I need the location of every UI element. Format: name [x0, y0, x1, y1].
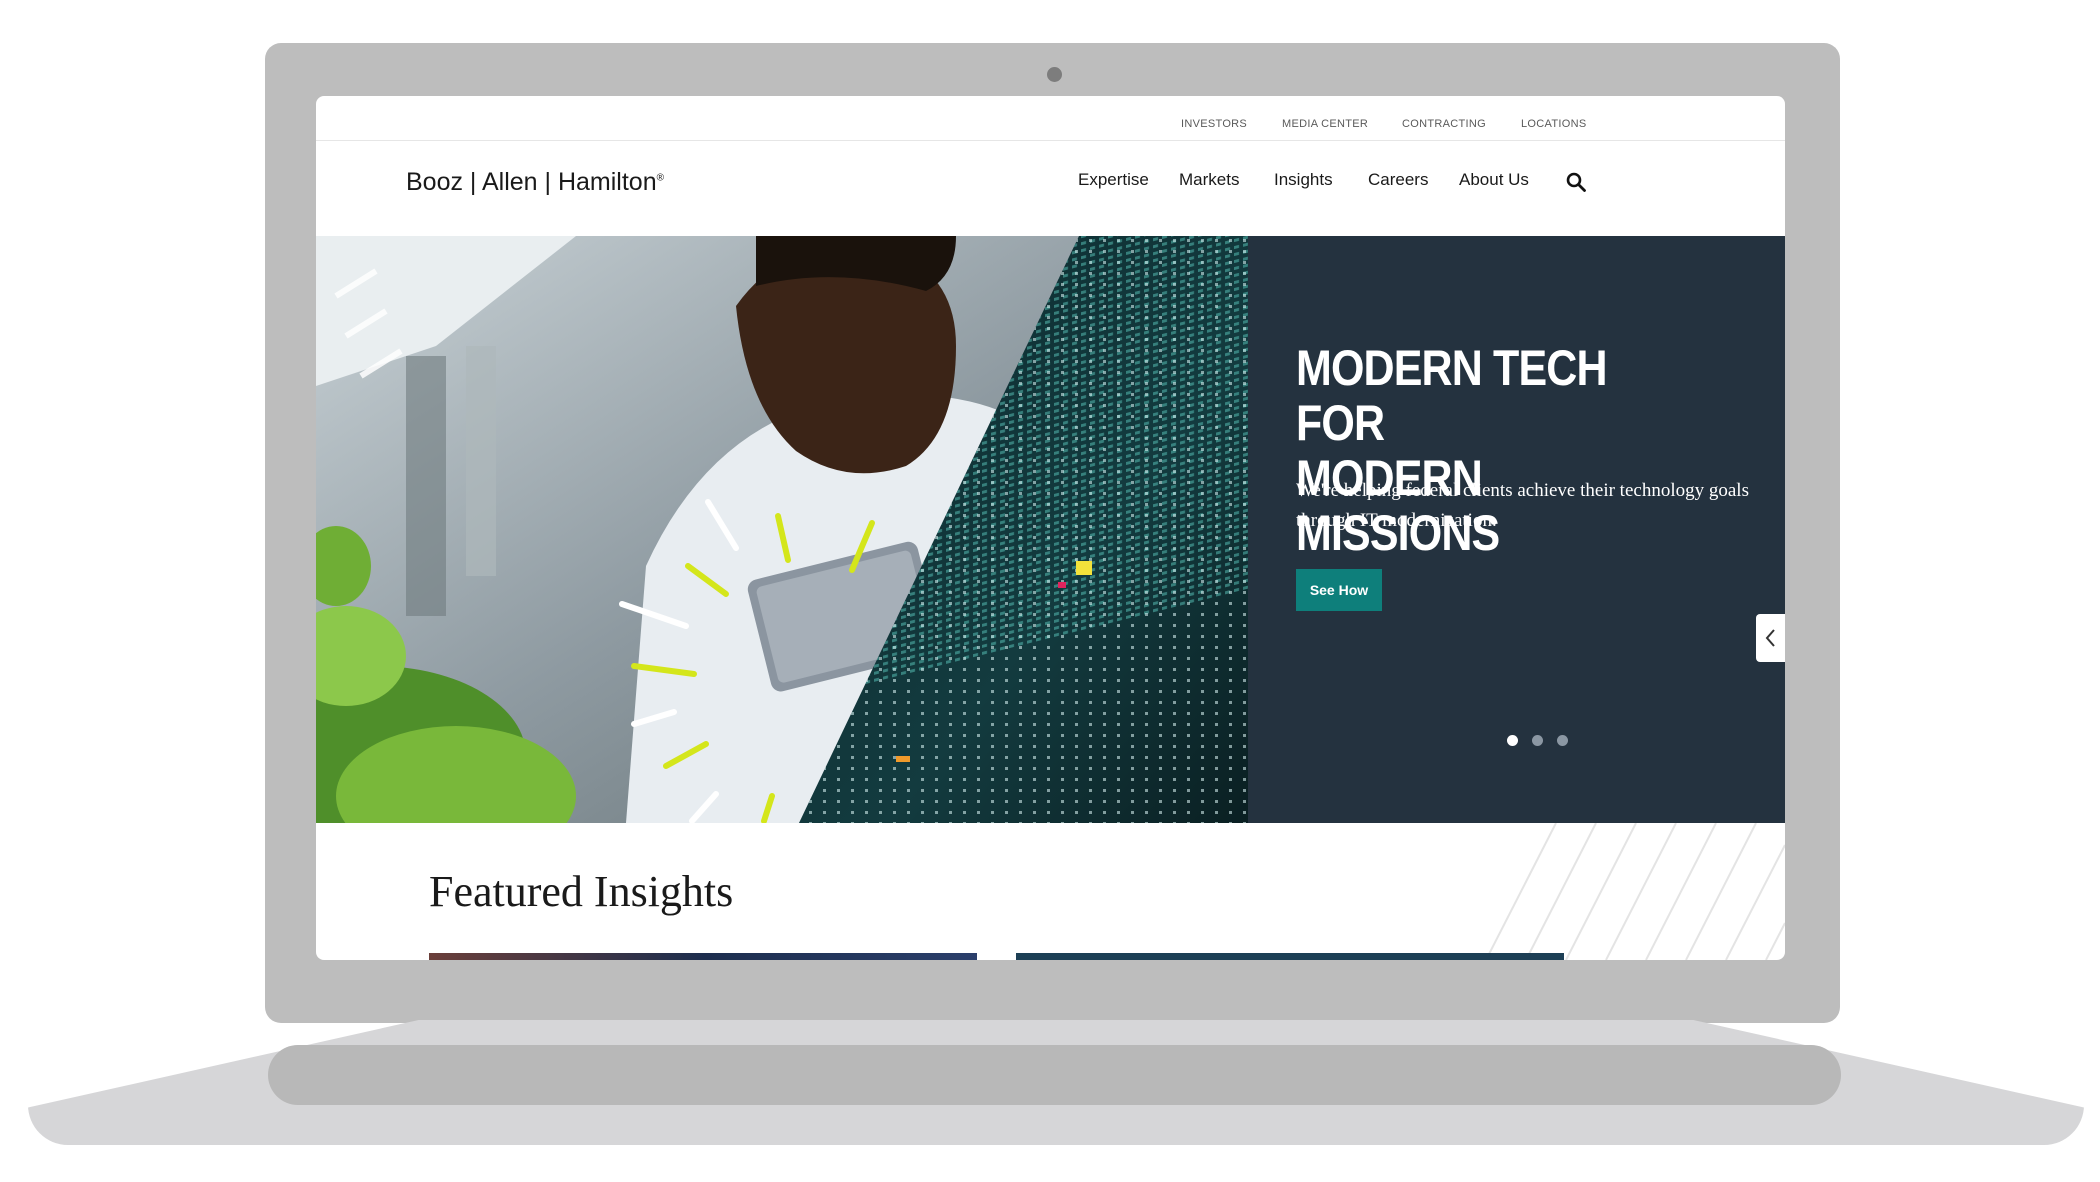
hero-title-line-1: MODERN TECH FOR — [1296, 340, 1608, 451]
carousel-dot-3[interactable] — [1557, 735, 1568, 746]
logo[interactable]: Booz | Allen | Hamilton® — [406, 168, 664, 197]
laptop-trackpad — [268, 1045, 1841, 1105]
carousel-dot-1[interactable] — [1507, 735, 1518, 746]
insight-card-2[interactable] — [1016, 953, 1564, 960]
decorative-lines — [1485, 823, 1785, 960]
utility-link-media-center[interactable]: MEDIA CENTER — [1282, 118, 1368, 130]
browser-screen: INVESTORS MEDIA CENTER CONTRACTING LOCAT… — [316, 96, 1785, 960]
hero-image — [316, 236, 1248, 823]
utility-link-contracting[interactable]: CONTRACTING — [1402, 118, 1486, 130]
nav-item-careers[interactable]: Careers — [1368, 170, 1428, 190]
hero-carousel: MODERN TECH FOR MODERN MISSIONS We're he… — [316, 236, 1785, 823]
utility-link-investors[interactable]: INVESTORS — [1181, 118, 1247, 130]
featured-insights-heading: Featured Insights — [429, 867, 734, 916]
hero-description-line-2: through IT modernization. — [1296, 510, 1497, 531]
carousel-prev-button[interactable] — [1756, 614, 1785, 662]
nav-item-insights[interactable]: Insights — [1274, 170, 1333, 190]
see-how-button[interactable]: See How — [1296, 569, 1382, 611]
utility-bar: INVESTORS MEDIA CENTER CONTRACTING LOCAT… — [316, 96, 1785, 141]
logo-text: Booz | Allen | Hamilton — [406, 168, 657, 196]
utility-link-locations[interactable]: LOCATIONS — [1521, 118, 1586, 130]
webcam-icon — [1047, 67, 1062, 82]
nav-item-markets[interactable]: Markets — [1179, 170, 1239, 190]
search-icon[interactable] — [1566, 172, 1586, 192]
nav-item-about-us[interactable]: About Us — [1459, 170, 1529, 190]
logo-registered-mark: ® — [656, 172, 664, 184]
insight-card-1[interactable] — [429, 953, 977, 960]
carousel-dot-2[interactable] — [1532, 735, 1543, 746]
hero-description-line-1: We're helping federal clients achieve th… — [1296, 480, 1749, 501]
nav-item-expertise[interactable]: Expertise — [1078, 170, 1149, 190]
chevron-left-icon — [1765, 629, 1775, 647]
hero-description: We're helping federal clients achieve th… — [1296, 476, 1781, 536]
